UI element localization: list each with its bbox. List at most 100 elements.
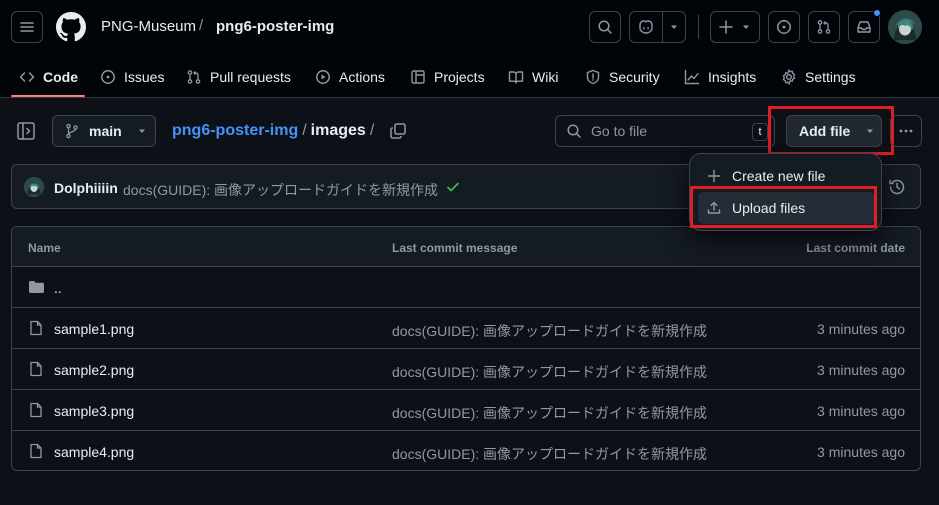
tab-security-label: Security bbox=[609, 69, 660, 85]
user-avatar[interactable] bbox=[888, 10, 922, 44]
tab-pull-requests[interactable]: Pull requests bbox=[186, 59, 291, 95]
table-row[interactable]: sample1.png docs(GUIDE): 画像アップロードガイドを新規作… bbox=[12, 308, 920, 349]
tab-wiki-label: Wiki bbox=[532, 69, 559, 85]
inbox-icon bbox=[857, 21, 871, 33]
file-commit-message[interactable]: docs(GUIDE): 画像アップロードガイドを新規作成 bbox=[392, 444, 707, 464]
table-icon bbox=[411, 70, 425, 84]
menu-item-label: Create new file bbox=[732, 168, 826, 184]
keyboard-shortcut-hint: t bbox=[752, 123, 768, 141]
tab-actions-label: Actions bbox=[339, 69, 385, 85]
tab-settings[interactable]: Settings bbox=[781, 59, 856, 95]
search-icon bbox=[598, 20, 612, 34]
breadcrumb-separator: / bbox=[199, 17, 204, 34]
column-header-name: Name bbox=[28, 241, 61, 255]
tab-insights[interactable]: Insights bbox=[684, 59, 756, 95]
issue-opened-icon bbox=[777, 20, 791, 34]
tab-issues[interactable]: Issues bbox=[100, 59, 164, 95]
path-trailing-separator: / bbox=[369, 122, 375, 139]
book-icon bbox=[508, 71, 524, 84]
branch-selector[interactable]: main bbox=[52, 115, 156, 147]
parent-directory-row[interactable]: .. bbox=[12, 267, 920, 308]
code-icon bbox=[19, 72, 35, 82]
file-icon bbox=[30, 320, 42, 336]
shield-icon bbox=[586, 69, 600, 85]
tab-code-label: Code bbox=[43, 69, 78, 85]
your-pull-requests-button[interactable] bbox=[808, 11, 840, 43]
search-icon bbox=[567, 124, 581, 138]
your-issues-button[interactable] bbox=[768, 11, 800, 43]
copilot-dropdown-button[interactable] bbox=[663, 12, 685, 42]
file-commit-date: 3 minutes ago bbox=[817, 362, 905, 378]
copilot-icon bbox=[639, 20, 653, 34]
triangle-down-icon bbox=[671, 25, 677, 29]
play-icon bbox=[316, 70, 330, 84]
github-logo-icon[interactable] bbox=[56, 12, 86, 42]
file-name-link[interactable]: sample3.png bbox=[54, 403, 134, 419]
path-repo-link[interactable]: png6-poster-img bbox=[172, 122, 298, 140]
tab-projects-label: Projects bbox=[434, 69, 485, 85]
column-header-message: Last commit message bbox=[392, 241, 518, 255]
copilot-button[interactable] bbox=[630, 12, 663, 42]
notification-indicator bbox=[873, 9, 881, 17]
gear-icon bbox=[782, 69, 796, 85]
create-new-button[interactable] bbox=[710, 11, 760, 43]
file-icon bbox=[30, 402, 42, 418]
column-header-date: Last commit date bbox=[806, 241, 905, 255]
parent-directory-link[interactable]: .. bbox=[54, 280, 62, 296]
add-file-highlight-box bbox=[768, 106, 894, 155]
file-commit-message[interactable]: docs(GUIDE): 画像アップロードガイドを新規作成 bbox=[392, 362, 707, 382]
go-to-file-input[interactable]: Go to file t bbox=[555, 115, 775, 147]
owner-link[interactable]: PNG-Museum bbox=[101, 18, 196, 35]
folder-icon bbox=[29, 281, 44, 293]
kebab-horizontal-icon bbox=[899, 129, 913, 133]
triangle-down-icon bbox=[138, 129, 145, 133]
path-current-folder: images bbox=[310, 122, 366, 139]
avatar-image-icon bbox=[24, 177, 44, 197]
file-list-table: Name Last commit message Last commit dat… bbox=[11, 226, 921, 471]
issue-opened-icon bbox=[101, 70, 115, 84]
file-commit-message[interactable]: docs(GUIDE): 画像アップロードガイドを新規作成 bbox=[392, 403, 707, 423]
file-name-link[interactable]: sample2.png bbox=[54, 362, 134, 378]
tab-settings-label: Settings bbox=[805, 69, 856, 85]
copilot-button-group bbox=[629, 11, 686, 43]
path-separator: / bbox=[302, 122, 307, 139]
app-header: PNG-Museum / png6-poster-img Code Issues bbox=[0, 0, 939, 98]
triangle-down-icon bbox=[743, 25, 749, 29]
go-to-file-placeholder: Go to file bbox=[591, 123, 648, 139]
file-icon bbox=[30, 443, 42, 459]
sidebar-expand-icon[interactable] bbox=[17, 122, 37, 140]
copy-icon[interactable] bbox=[389, 122, 407, 140]
graph-icon bbox=[684, 69, 700, 85]
tab-code[interactable]: Code bbox=[19, 59, 78, 95]
menu-button[interactable] bbox=[11, 11, 43, 43]
commit-author-avatar[interactable] bbox=[24, 177, 44, 197]
plus-icon bbox=[719, 20, 733, 34]
git-branch-icon bbox=[66, 123, 78, 139]
active-tab-underline bbox=[11, 95, 85, 97]
tab-wiki[interactable]: Wiki bbox=[508, 59, 558, 95]
table-row[interactable]: sample3.png docs(GUIDE): 画像アップロードガイドを新規作… bbox=[12, 390, 920, 431]
table-row[interactable]: sample4.png docs(GUIDE): 画像アップロードガイドを新規作… bbox=[12, 431, 920, 470]
plus-icon bbox=[707, 169, 721, 183]
check-icon[interactable] bbox=[446, 180, 460, 194]
commit-author-name[interactable]: Dolphiiiin bbox=[54, 180, 118, 196]
file-commit-date: 3 minutes ago bbox=[817, 321, 905, 337]
repo-link[interactable]: png6-poster-img bbox=[216, 18, 334, 35]
search-button[interactable] bbox=[589, 11, 621, 43]
git-pull-request-icon bbox=[817, 20, 831, 34]
tab-projects[interactable]: Projects bbox=[410, 59, 485, 95]
tab-insights-label: Insights bbox=[708, 69, 757, 85]
upload-files-highlight-box bbox=[690, 186, 877, 228]
table-row[interactable]: sample2.png docs(GUIDE): 画像アップロードガイドを新規作… bbox=[12, 349, 920, 390]
commit-message[interactable]: docs(GUIDE): 画像アップロードガイドを新規作成 bbox=[123, 180, 438, 200]
tab-issues-label: Issues bbox=[124, 69, 165, 85]
more-options-button[interactable] bbox=[890, 115, 922, 147]
tab-actions[interactable]: Actions bbox=[315, 59, 385, 95]
hamburger-icon bbox=[20, 22, 34, 32]
file-name-link[interactable]: sample1.png bbox=[54, 321, 134, 337]
file-commit-message[interactable]: docs(GUIDE): 画像アップロードガイドを新規作成 bbox=[392, 321, 707, 341]
tab-security[interactable]: Security bbox=[585, 59, 660, 95]
history-icon[interactable] bbox=[888, 178, 906, 196]
file-name-link[interactable]: sample4.png bbox=[54, 444, 134, 460]
git-pull-request-icon bbox=[187, 70, 201, 84]
